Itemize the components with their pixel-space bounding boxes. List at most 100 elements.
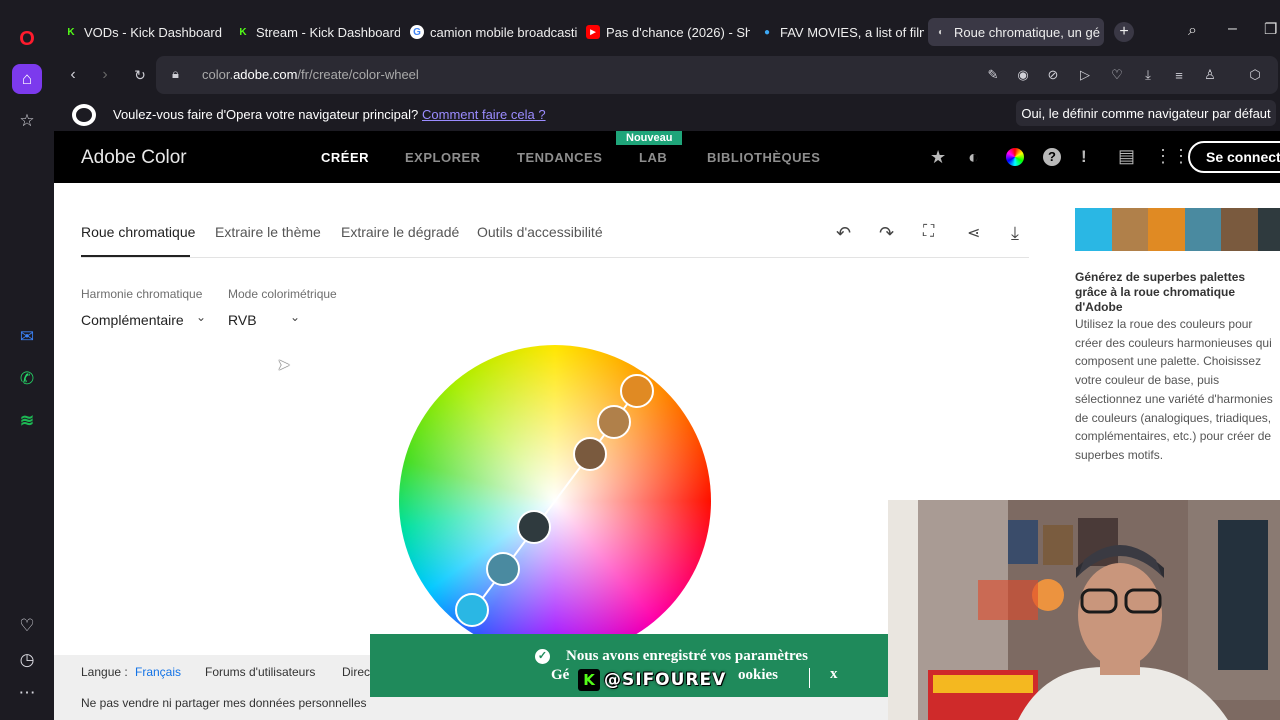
- side-body: Utilisez la roue des couleurs pour créer…: [1075, 317, 1273, 462]
- nav-create[interactable]: CRÉER: [321, 150, 369, 165]
- wheel-handle[interactable]: [573, 437, 607, 471]
- infobar-how-link[interactable]: Comment faire cela ?: [422, 107, 546, 122]
- heart-icon[interactable]: ♡: [12, 611, 42, 641]
- color-wheel-icon[interactable]: [1006, 148, 1024, 166]
- forward-icon[interactable]: ›: [94, 64, 116, 86]
- swatch[interactable]: [1148, 208, 1185, 251]
- tab-stream[interactable]: K Stream - Kick Dashboard: [230, 18, 400, 46]
- camera-icon[interactable]: ◉: [1014, 66, 1032, 84]
- tab-movies[interactable]: ● FAV MOVIES, a list of films: [754, 18, 924, 46]
- share-icon[interactable]: ⋖: [967, 223, 980, 243]
- tab-label: VODs - Kick Dashboard: [84, 24, 222, 40]
- redo-icon[interactable]: ↷: [879, 223, 894, 244]
- subtab-extract-gradient[interactable]: Extraire le dégradé: [341, 224, 459, 240]
- kick-icon: K: [578, 669, 600, 691]
- profile-icon[interactable]: ♙: [1201, 66, 1219, 84]
- nav-trends[interactable]: TENDANCES: [517, 150, 602, 165]
- chevron-down-icon[interactable]: ⌄: [196, 310, 206, 324]
- search-tabs-icon[interactable]: ⌕: [1188, 22, 1197, 40]
- swatch[interactable]: [1184, 208, 1222, 251]
- cookie-message-2: Gé: [551, 667, 570, 683]
- side-heading: Générez de superbes palettes grâce à la …: [1075, 270, 1246, 314]
- whatsapp-icon[interactable]: ✆: [12, 364, 42, 394]
- language-label: Langue :: [81, 665, 128, 679]
- url-field[interactable]: 🔒︎ color.adobe.com/fr/create/color-wheel…: [156, 56, 1278, 94]
- tab-label: Roue chromatique, un gé: [954, 24, 1100, 40]
- new-tab-icon[interactable]: +: [1114, 22, 1134, 42]
- letterboxd-icon: ●: [763, 26, 771, 38]
- play-icon[interactable]: ▷: [1076, 66, 1094, 84]
- chat-icon[interactable]: ▤: [1118, 146, 1135, 167]
- home-icon[interactable]: ⌂: [12, 64, 42, 94]
- history-icon[interactable]: ◷: [12, 645, 42, 675]
- harmony-select[interactable]: Complémentaire: [81, 312, 184, 328]
- apps-grid-icon[interactable]: ⋮⋮: [1154, 146, 1190, 167]
- cursor-icon: ➤: [277, 357, 291, 374]
- undo-icon[interactable]: ↶: [836, 223, 851, 244]
- opera-logo-icon[interactable]: O: [12, 24, 42, 54]
- spotify-icon[interactable]: ≋: [12, 406, 42, 436]
- subtab-color-wheel[interactable]: Roue chromatique: [81, 224, 195, 240]
- close-toast-button[interactable]: x: [830, 666, 838, 683]
- google-icon: G: [410, 25, 424, 39]
- url-domain: adobe.com: [233, 67, 298, 82]
- minimize-icon[interactable]: –: [1228, 20, 1237, 38]
- infobar-question: Voulez-vous faire d'Opera votre navigate…: [113, 107, 419, 122]
- easy-setup-icon[interactable]: ≡: [1170, 66, 1188, 84]
- forum-link[interactable]: Forums d'utilisateurs: [205, 665, 315, 679]
- swatch[interactable]: [1221, 208, 1259, 251]
- fullscreen-icon[interactable]: ⛶: [923, 223, 934, 241]
- set-default-button[interactable]: Oui, le définir comme navigateur par déf…: [1016, 100, 1276, 126]
- nav-lab[interactable]: LAB: [639, 150, 667, 165]
- browser-sidebar: O ⌂ ☆ ✉ ✆ ≋ ♡ ◷ ⋯: [0, 0, 54, 720]
- heart-icon[interactable]: ♡: [1108, 66, 1126, 84]
- subtab-divider: [81, 257, 1029, 258]
- download-icon[interactable]: ⤓: [1139, 66, 1157, 84]
- wheel-handle[interactable]: [597, 405, 631, 439]
- streamer-handle: @SIFOUREV: [604, 670, 727, 690]
- edit-icon[interactable]: ✎: [984, 66, 1002, 84]
- wheel-handle[interactable]: [455, 593, 489, 627]
- wheel-handle[interactable]: [620, 374, 654, 408]
- brand-logo[interactable]: Adobe Color: [81, 147, 187, 169]
- download-icon[interactable]: ⤓: [1011, 223, 1019, 244]
- adobe-header: Adobe Color CRÉER EXPLORER TENDANCES LAB…: [54, 131, 1280, 183]
- bookmarks-icon[interactable]: ☆: [12, 106, 42, 136]
- subtab-accessibility[interactable]: Outils d'accessibilité: [477, 224, 603, 240]
- reload-icon[interactable]: ↻: [129, 64, 151, 86]
- swatch[interactable]: [1258, 208, 1280, 251]
- wheel-handle-base[interactable]: [517, 510, 551, 544]
- back-icon[interactable]: ‹: [62, 64, 84, 86]
- privacy-link[interactable]: Ne pas vendre ni partager mes données pe…: [81, 696, 367, 710]
- tab-vods[interactable]: K VODs - Kick Dashboard: [58, 18, 228, 46]
- nav-libraries[interactable]: BIBLIOTHÈQUES: [707, 150, 820, 165]
- url-prefix: color.: [202, 67, 234, 82]
- sign-in-button[interactable]: Se connecte: [1188, 141, 1280, 173]
- nav-explore[interactable]: EXPLORER: [405, 150, 481, 165]
- star-icon[interactable]: ★: [930, 147, 946, 168]
- kick-icon: K: [239, 26, 247, 38]
- directory-link[interactable]: Direc: [342, 665, 370, 679]
- tab-google[interactable]: G camion mobile broadcasti: [404, 18, 578, 46]
- extensions-icon[interactable]: ⬡: [1246, 66, 1264, 84]
- wheel-handle[interactable]: [486, 552, 520, 586]
- report-icon[interactable]: !: [1081, 147, 1087, 167]
- adblock-icon[interactable]: ⊘: [1044, 66, 1062, 84]
- tab-adobe-color[interactable]: ◐ Roue chromatique, un gé: [928, 18, 1104, 46]
- messenger-icon[interactable]: ✉: [12, 322, 42, 352]
- chevron-down-icon[interactable]: ⌄: [290, 310, 300, 324]
- tab-youtube[interactable]: ▶ Pas d'chance (2026) - Sho: [580, 18, 750, 46]
- more-icon[interactable]: ⋯: [12, 678, 42, 708]
- cookie-toast: ✓ Nous avons enregistré vos paramètres G…: [370, 634, 888, 697]
- subtab-extract-theme[interactable]: Extraire le thème: [215, 224, 321, 240]
- help-icon[interactable]: ?: [1043, 148, 1061, 166]
- tab-bar: K VODs - Kick Dashboard K Stream - Kick …: [54, 0, 1280, 62]
- address-bar-row: ‹ › ↻ 🔒︎ color.adobe.com/fr/create/color…: [54, 56, 1280, 94]
- restore-icon[interactable]: ❐: [1264, 20, 1277, 38]
- swatch[interactable]: [1075, 208, 1112, 251]
- language-link[interactable]: Français: [135, 665, 181, 679]
- url-text: color.adobe.com/fr/create/color-wheel: [202, 67, 419, 82]
- contrast-icon[interactable]: ◐: [968, 147, 979, 168]
- mode-select[interactable]: RVB: [228, 312, 257, 328]
- swatch[interactable]: [1111, 208, 1149, 251]
